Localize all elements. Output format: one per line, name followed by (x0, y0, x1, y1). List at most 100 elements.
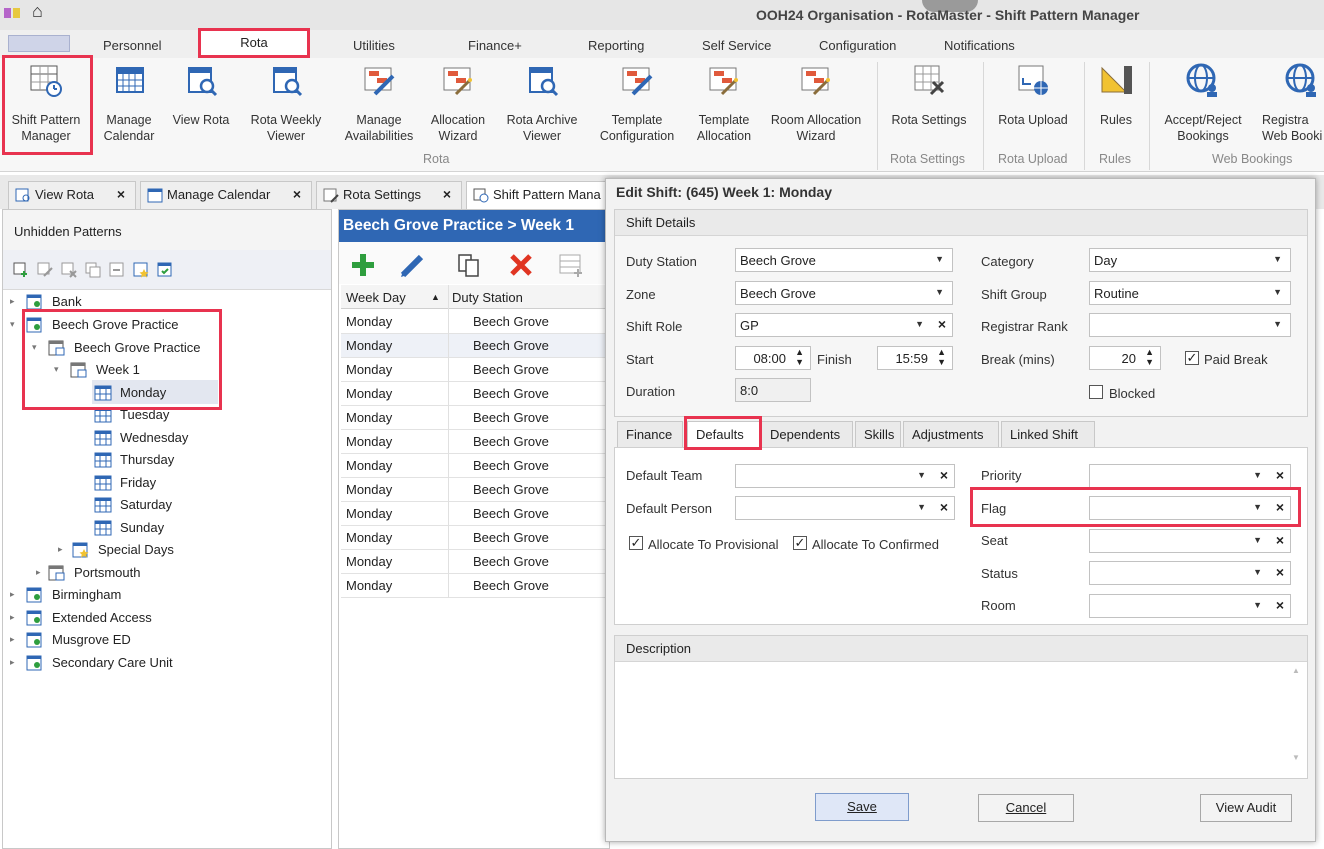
paid-break-checkbox[interactable]: ✓ (1185, 351, 1199, 365)
delete-icon[interactable] (507, 251, 535, 279)
duty-station-select[interactable]: Beech Grove ▼ (735, 248, 953, 272)
table-row[interactable]: Monday Beech Grove (341, 382, 609, 406)
table-row[interactable]: Monday Beech Grove (341, 574, 609, 598)
tab-finance-plus[interactable]: Finance+ (468, 38, 522, 53)
close-icon[interactable]: × (293, 186, 301, 202)
dropdown-arrow-icon[interactable]: ▼ (1253, 470, 1262, 480)
scroll-up-icon[interactable]: ▲ (1289, 666, 1303, 675)
default-person-select[interactable]: ▼ × (735, 496, 955, 520)
dropdown-arrow-icon[interactable]: ▼ (1273, 287, 1282, 297)
start-time-input[interactable]: 08:00 ▲ ▼ (735, 346, 811, 370)
close-icon[interactable]: × (117, 186, 125, 202)
room-select[interactable]: ▼ × (1089, 594, 1291, 618)
tab-linked-shift[interactable]: Linked Shift (1001, 421, 1095, 447)
view-rota-button[interactable]: View Rota (168, 62, 234, 128)
tab-skills[interactable]: Skills (855, 421, 901, 447)
clear-icon[interactable]: × (940, 499, 948, 515)
clear-icon[interactable]: × (1276, 532, 1284, 548)
room-allocation-wizard-button[interactable]: Room Allocation Wizard (764, 62, 868, 144)
tab-adjustments[interactable]: Adjustments (903, 421, 999, 447)
table-row[interactable]: Monday Beech Grove (341, 526, 609, 550)
spinner-icon[interactable]: ▲ ▼ (937, 347, 946, 367)
table-row[interactable]: Monday Beech Grove (341, 430, 609, 454)
table-row[interactable]: Monday Beech Grove (341, 550, 609, 574)
tab-reporting[interactable]: Reporting (588, 38, 644, 53)
table-row[interactable]: Monday Beech Grove (341, 334, 609, 358)
description-textarea[interactable] (615, 662, 1307, 778)
grid-add-icon[interactable] (557, 251, 585, 279)
calendar-check-icon[interactable] (157, 262, 173, 278)
edit-pattern-icon[interactable] (37, 262, 53, 278)
tab-dependents[interactable]: Dependents (761, 421, 853, 447)
tab-finance[interactable]: Finance (617, 421, 683, 447)
shift-group-select[interactable]: Routine ▼ (1089, 281, 1291, 305)
scroll-down-icon[interactable]: ▼ (1289, 753, 1303, 762)
default-team-select[interactable]: ▼ × (735, 464, 955, 488)
cancel-button[interactable]: Cancel (978, 794, 1074, 822)
special-days-icon[interactable] (133, 262, 149, 278)
dropdown-arrow-icon[interactable]: ▼ (1253, 600, 1262, 610)
tab-notifications[interactable]: Notifications (944, 38, 1015, 53)
doctab-shift-pattern-manager[interactable]: Shift Pattern Mana (466, 181, 610, 209)
book-icon[interactable] (3, 5, 21, 21)
tab-utilities[interactable]: Utilities (353, 38, 395, 53)
dropdown-arrow-icon[interactable]: ▼ (935, 254, 944, 264)
manage-availabilities-button[interactable]: Manage Availabilities (338, 62, 420, 144)
spinner-icon[interactable]: ▲ ▼ (795, 347, 804, 367)
copy-pattern-icon[interactable] (85, 262, 101, 278)
dropdown-arrow-icon[interactable]: ▼ (1253, 567, 1262, 577)
expand-arrow-icon[interactable]: ▸ (10, 634, 15, 645)
manage-calendar-button[interactable]: Manage Calendar (98, 62, 160, 144)
column-header-week-day[interactable]: Week Day (346, 290, 406, 305)
registrar-web-bookings-button[interactable]: Registra Web Booki (1256, 62, 1324, 144)
dropdown-arrow-icon[interactable]: ▼ (917, 502, 926, 512)
accept-reject-bookings-button[interactable]: Accept/Reject Bookings (1156, 62, 1250, 144)
save-button[interactable]: Save (815, 793, 909, 821)
tab-configuration[interactable]: Configuration (819, 38, 896, 53)
delete-pattern-icon[interactable] (61, 262, 77, 278)
expand-arrow-icon[interactable]: ▸ (10, 296, 15, 307)
close-icon[interactable]: × (443, 186, 451, 202)
allocate-provisional-checkbox[interactable]: ✓ (629, 536, 643, 550)
scrollbar[interactable]: ▲ ▼ (1289, 666, 1303, 776)
expand-arrow-icon[interactable]: ▸ (36, 567, 41, 578)
collapse-arrow-icon[interactable]: ▾ (10, 319, 15, 330)
tab-personnel[interactable]: Personnel (103, 38, 162, 53)
finish-time-input[interactable]: 15:59 ▲ ▼ (877, 346, 953, 370)
doctab-view-rota[interactable]: View Rota × (8, 181, 136, 209)
clear-icon[interactable]: × (1276, 597, 1284, 613)
shift-role-select[interactable]: GP ▼ × (735, 313, 953, 337)
category-select[interactable]: Day ▼ (1089, 248, 1291, 272)
template-configuration-button[interactable]: Template Configuration (594, 62, 680, 144)
expand-arrow-icon[interactable]: ▸ (10, 589, 15, 600)
priority-select[interactable]: ▼ × (1089, 464, 1291, 488)
app-menu-button[interactable] (8, 35, 70, 52)
tab-self-service[interactable]: Self Service (702, 38, 771, 53)
home-icon[interactable]: ⌂ (32, 2, 50, 20)
rota-archive-viewer-button[interactable]: Rota Archive Viewer (498, 62, 586, 144)
column-header-duty-station[interactable]: Duty Station (452, 290, 523, 305)
template-allocation-button[interactable]: Template Allocation (690, 62, 758, 144)
status-select[interactable]: ▼ × (1089, 561, 1291, 585)
sort-ascending-icon[interactable]: ▲ (431, 292, 440, 302)
add-icon[interactable] (349, 251, 377, 279)
rota-settings-button[interactable]: Rota Settings (884, 62, 974, 128)
clear-icon[interactable]: × (1276, 467, 1284, 483)
dropdown-arrow-icon[interactable]: ▼ (935, 287, 944, 297)
table-row[interactable]: Monday Beech Grove (341, 406, 609, 430)
table-row[interactable]: Monday Beech Grove (341, 478, 609, 502)
hide-pattern-icon[interactable] (109, 262, 125, 278)
tab-rota[interactable]: Rota (198, 28, 310, 58)
view-audit-button[interactable]: View Audit (1200, 794, 1292, 822)
expand-arrow-icon[interactable]: ▸ (58, 544, 63, 555)
table-row[interactable]: Monday Beech Grove (341, 454, 609, 478)
add-pattern-icon[interactable] (13, 262, 29, 278)
table-row[interactable]: Monday Beech Grove (341, 310, 609, 334)
pencil-icon[interactable] (399, 251, 427, 279)
dropdown-arrow-icon[interactable]: ▼ (1273, 254, 1282, 264)
dropdown-arrow-icon[interactable]: ▼ (917, 470, 926, 480)
rota-weekly-viewer-button[interactable]: Rota Weekly Viewer (244, 62, 328, 144)
registrar-rank-select[interactable]: ▼ (1089, 313, 1291, 337)
doctab-manage-calendar[interactable]: Manage Calendar × (140, 181, 312, 209)
clear-icon[interactable]: × (1276, 564, 1284, 580)
